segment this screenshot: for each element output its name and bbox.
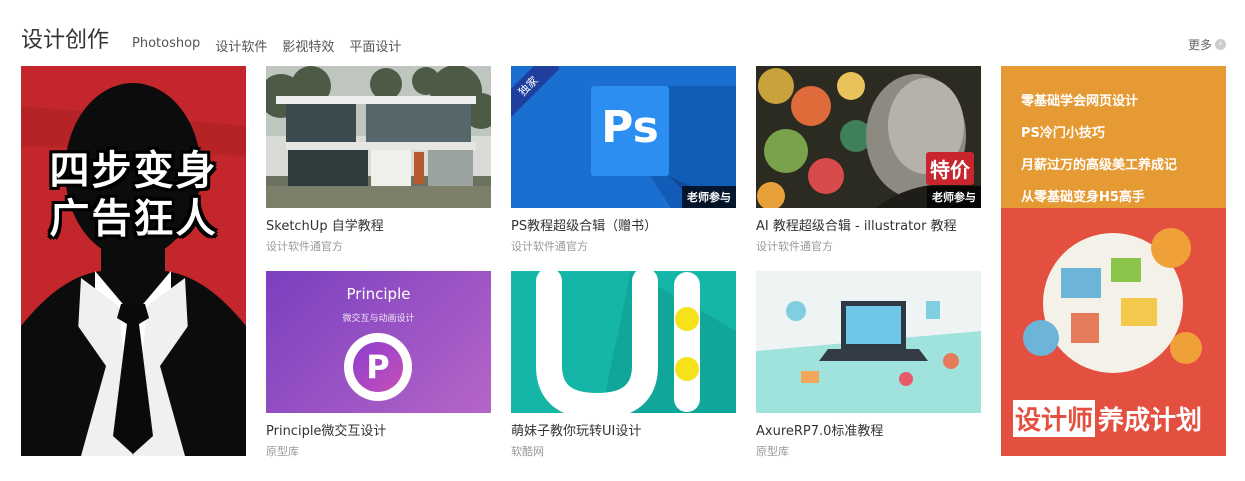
principle-image-title: Principle: [346, 285, 411, 303]
right-promo-column: 零基础学会网页设计 PS冷门小技巧 月薪过万的高级美工养成记 从零基础变身H5高…: [1001, 66, 1226, 456]
chevron-right-icon: ›: [1215, 39, 1226, 50]
principle-image-subtitle: 微交互与动画设计: [342, 314, 415, 324]
feature-line1: 四步变身: [49, 148, 218, 194]
ps-logo-text: Ps: [601, 102, 659, 153]
principle-app-icon: P: [344, 333, 412, 401]
category-nav: Photoshop 设计软件 影视特效 平面设计: [132, 36, 401, 55]
course-provider: 设计软件通官方: [756, 240, 833, 253]
course-provider: 原型库: [756, 445, 789, 458]
sale-tag: 特价: [926, 152, 974, 185]
course-title[interactable]: Principle微交互设计: [266, 420, 491, 439]
feature-line2: 广告狂人: [49, 196, 218, 242]
feature-banner-ad-man[interactable]: 四步变身 广告狂人: [21, 66, 246, 456]
course-provider: 设计软件通官方: [266, 240, 343, 253]
promo-title-part2: 养成计划: [1098, 406, 1203, 436]
quick-link-ps-tips[interactable]: PS冷门小技巧: [1021, 122, 1226, 141]
quick-link-web-design[interactable]: 零基础学会网页设计: [1021, 90, 1226, 109]
course-title[interactable]: SketchUp 自学教程: [266, 215, 491, 234]
course-thumbnail: Principle 微交互与动画设计 P: [266, 271, 491, 413]
course-card-principle[interactable]: Principle 微交互与动画设计 P Principle微交互设计 原型库: [266, 271, 491, 459]
course-thumbnail: Ps 独家 老师参与: [511, 66, 736, 208]
nav-design-software[interactable]: 设计软件: [215, 36, 267, 55]
more-label: 更多: [1187, 38, 1212, 52]
course-card-ps[interactable]: Ps 独家 老师参与 PS教程超级合辑（赠书） 设计软件通官方: [511, 66, 736, 254]
course-thumbnail: [511, 271, 736, 413]
course-provider: 原型库: [266, 445, 299, 458]
section-title: 设计创作: [21, 28, 110, 53]
quick-link-senior-designer[interactable]: 月薪过万的高级美工养成记: [1021, 154, 1226, 173]
course-title[interactable]: AI 教程超级合辑 - illustrator 教程: [756, 215, 981, 234]
course-title[interactable]: 萌妹子教你玩转UI设计: [511, 420, 736, 439]
course-title[interactable]: PS教程超级合辑（赠书）: [511, 215, 736, 234]
course-card-ai[interactable]: 特价 老师参与 AI 教程超级合辑 - illustrator 教程 设计软件通…: [756, 66, 981, 254]
course-thumbnail: [756, 271, 981, 413]
course-thumbnail: [266, 66, 491, 208]
quick-links: 零基础学会网页设计 PS冷门小技巧 月薪过万的高级美工养成记 从零基础变身H5高…: [1001, 66, 1226, 208]
nav-photoshop[interactable]: Photoshop: [132, 36, 200, 55]
promo-title-part1: 设计师: [1013, 400, 1096, 437]
nav-graphic-design[interactable]: 平面设计: [349, 36, 401, 55]
section-header: 设计创作 Photoshop 设计软件 影视特效 平面设计 更多 ›: [21, 26, 1226, 60]
designer-plan-banner[interactable]: 设计师 养成计划: [1001, 208, 1226, 456]
course-thumbnail: 特价 老师参与: [756, 66, 981, 208]
nav-film-effects[interactable]: 影视特效: [282, 36, 334, 55]
promo-title: 设计师 养成计划: [1013, 400, 1202, 437]
course-title[interactable]: AxureRP7.0标准教程: [756, 420, 981, 439]
feature-headline: 四步变身 广告狂人: [21, 148, 246, 244]
quick-link-h5-master[interactable]: 从零基础变身H5高手: [1021, 186, 1226, 205]
course-provider: 设计软件通官方: [511, 240, 588, 253]
teacher-badge: 老师参与: [927, 186, 981, 208]
teacher-badge: 老师参与: [682, 186, 736, 208]
course-provider: 软酷网: [511, 445, 544, 458]
silhouette-illustration: [21, 66, 246, 456]
more-link[interactable]: 更多 ›: [1188, 36, 1226, 53]
course-card-axure[interactable]: AxureRP7.0标准教程 原型库: [756, 271, 981, 459]
course-card-ui[interactable]: 萌妹子教你玩转UI设计 软酷网: [511, 271, 736, 459]
course-card-sketchup[interactable]: SketchUp 自学教程 设计软件通官方: [266, 66, 491, 254]
